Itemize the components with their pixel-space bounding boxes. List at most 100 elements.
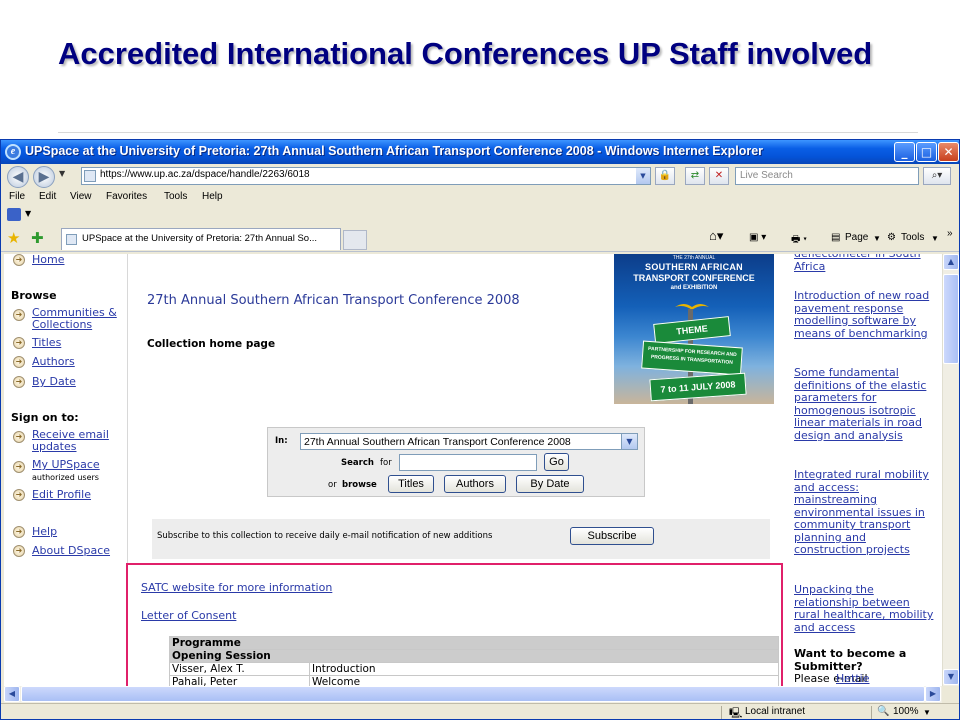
subscribe-button[interactable]: Subscribe [570,527,654,545]
browse-by-date-button[interactable]: By Date [516,475,584,493]
bird-logo-icon [674,296,710,310]
forward-icon[interactable]: ▶ [33,166,55,188]
vertical-scrollbar[interactable]: ▲ ▼ [942,254,959,686]
search-placeholder: Live Search [740,170,793,181]
new-tab-button[interactable] [343,230,367,250]
scroll-left-icon[interactable]: ◀ [4,686,20,702]
translate-dropdown-icon[interactable]: ▼ [25,209,31,218]
scroll-right-icon[interactable]: ▶ [925,686,941,702]
menu-view[interactable]: View [70,191,92,202]
vertical-scroll-thumb[interactable] [943,274,959,364]
menu-file[interactable]: File [9,191,25,202]
sidebar-my-upspace[interactable]: My UPSpace [32,459,100,471]
zoom-dropdown-icon[interactable]: ▼ [923,708,931,717]
go-button[interactable]: Go [544,453,569,471]
zoom-level[interactable]: 100% [893,706,919,717]
search-icon[interactable]: ⌕▾ [923,167,951,185]
table-cell: Welcome [309,675,779,686]
address-dropdown-icon[interactable]: ▼ [636,168,650,184]
sidebar-communities[interactable]: Communities & Collections [32,307,124,331]
tools-menu[interactable]: Tools [901,232,924,243]
submitter-heading: Want to become a Submitter? [794,647,907,673]
address-bar[interactable]: https://www.up.ac.za/dspace/handle/2263/… [81,167,651,185]
title-bar[interactable]: e UPSpace at the University of Pretoria:… [1,140,959,164]
menu-help[interactable]: Help [202,191,223,202]
collection-title: 27th Annual Southern African Transport C… [147,293,520,308]
minimize-button[interactable]: _ [894,142,915,162]
list-item[interactable]: Some fundamental definitions of the elas… [794,366,936,442]
sidebar-authors[interactable]: Authors [32,356,75,368]
add-favorite-icon[interactable]: ✚ [31,229,44,247]
favorites-star-icon[interactable]: ★ [7,229,20,247]
tools-dropdown-icon[interactable]: ▼ [931,234,939,243]
status-separator [721,706,722,719]
sidebar-by-date[interactable]: By Date [32,376,76,388]
page-menu-icon[interactable]: ▤ [831,232,840,243]
home-icon[interactable]: ⌂▾ [709,228,723,244]
arrow-bullet-icon: ➜ [13,356,25,368]
chevron-down-icon[interactable]: ▼ [621,434,637,449]
browse-titles-button[interactable]: Titles [388,475,434,493]
list-item[interactable]: Introduction of new road pavement respon… [794,289,936,340]
tools-gear-icon[interactable]: ⚙ [887,232,896,243]
list-item[interactable]: Integrated rural mobility and access: ma… [794,468,936,557]
programme-header: Programme [169,636,779,650]
table-row: Pahali, Peter Welcome [169,675,779,686]
page-dropdown-icon[interactable]: ▼ [873,234,881,243]
zone-label: Local intranet [745,706,806,717]
banner-sign-dates: 7 to 11 JULY 2008 [649,372,747,402]
sidebar-receive-email[interactable]: Receive email updates [32,429,124,453]
window-title: UPSpace at the University of Pretoria: 2… [25,144,764,158]
menu-tools[interactable]: Tools [164,191,187,202]
status-bar: 🖳 Local intranet 🔍 100% ▼ [1,703,959,719]
ie-logo-icon: e [5,144,21,160]
scope-select[interactable]: 27th Annual Southern African Transport C… [300,433,638,450]
live-search-input[interactable]: Live Search [735,167,919,185]
lock-icon[interactable]: 🔒 [655,167,675,185]
toolbar-overflow-icon[interactable]: » [947,228,953,239]
menu-edit[interactable]: Edit [39,191,56,202]
history-dropdown-icon[interactable]: ▼ [59,169,65,178]
list-item[interactable]: deflectometer in South Africa [794,254,936,273]
menu-bar: File Edit View Favorites Tools Help [1,188,959,206]
recent-submissions: deflectometer in South Africa Introducti… [794,254,939,686]
close-button[interactable]: ✕ [938,142,959,162]
page-icon [84,170,96,182]
sidebar-home[interactable]: Home [32,254,64,266]
sidebar-help[interactable]: Help [32,526,57,538]
arrow-bullet-icon: ➜ [13,309,25,321]
horizontal-scrollbar[interactable]: ◀ ▶ [4,686,942,703]
tab-upspace[interactable]: UPSpace at the University of Pretoria: 2… [61,228,341,250]
refresh-icon[interactable]: ⇄ [685,167,705,185]
browse-label: browse [342,480,377,490]
banner-small-text: THE 27th ANNUAL [672,255,716,261]
arrow-bullet-icon: ➜ [13,254,25,266]
table-row: Visser, Alex T. Introduction [169,662,779,676]
banner-line1: SOUTHERN AFRICAN [645,262,743,272]
letter-of-consent-link[interactable]: Letter of Consent [141,609,236,622]
print-icon[interactable]: 🖶 ▾ [791,232,807,249]
table-row: Opening Session [169,649,779,663]
sidebar-edit-profile[interactable]: Edit Profile [32,489,91,501]
stop-icon[interactable]: ✕ [709,167,729,185]
scroll-up-icon[interactable]: ▲ [943,254,959,270]
maximize-button[interactable]: □ [916,142,937,162]
submitter-email-link[interactable]: Hettie [836,672,870,686]
sidebar-about[interactable]: About DSpace [32,545,110,557]
translate-icon[interactable] [7,208,21,221]
search-input[interactable] [399,454,537,471]
feeds-icon[interactable]: ▣ ▾ [749,232,766,243]
conference-banner: THE 27th ANNUAL SOUTHERN AFRICAN TRANSPO… [614,254,774,404]
list-item[interactable]: Unpacking the relationship between rural… [794,583,936,634]
sidebar-titles[interactable]: Titles [32,337,61,349]
satc-website-link[interactable]: SATC website for more information [141,581,332,594]
menu-favorites[interactable]: Favorites [106,191,147,202]
table-cell: Visser, Alex T. [169,662,310,676]
page-menu[interactable]: Page [845,232,868,243]
programme-table: Programme Opening Session Visser, Alex T… [169,636,779,686]
horizontal-scroll-thumb[interactable] [21,686,925,702]
slide-title: Accredited International Conferences UP … [58,36,873,71]
back-icon[interactable]: ◀ [7,166,29,188]
browse-authors-button[interactable]: Authors [444,475,506,493]
scroll-down-icon[interactable]: ▼ [943,669,959,685]
